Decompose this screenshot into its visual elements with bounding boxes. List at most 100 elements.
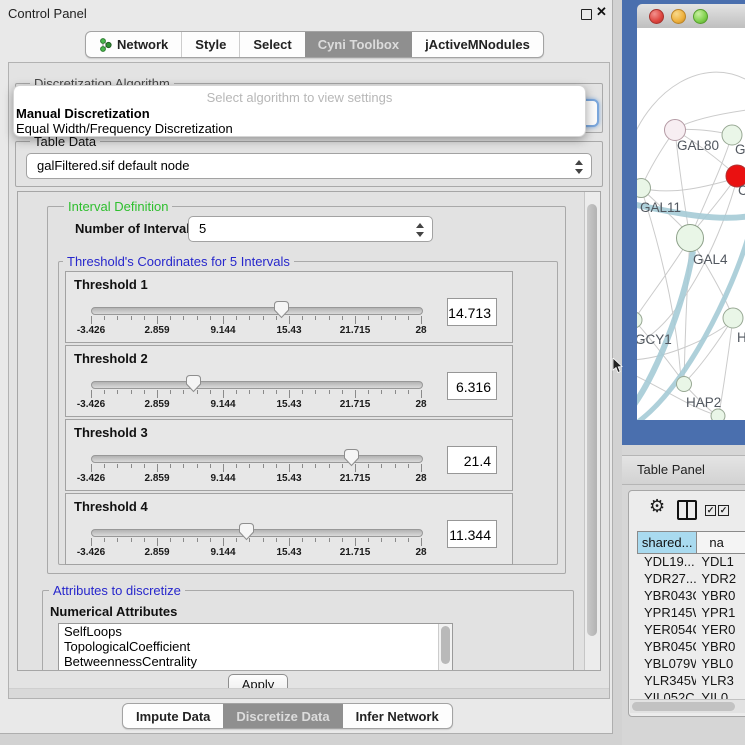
tab-discretize-data[interactable]: Discretize Data — [223, 704, 342, 728]
close-traffic-light-icon[interactable] — [649, 9, 664, 24]
tab-select[interactable]: Select — [239, 32, 304, 57]
control-panel-window: Control Panel ✕ Network Style Select Cyn… — [0, 0, 613, 734]
threshold-slider-track[interactable] — [91, 381, 423, 389]
attributes-group: Attributes to discretize Numerical Attri… — [42, 590, 574, 671]
tab-impute-data[interactable]: Impute Data — [123, 704, 223, 728]
network-graph: GAL80GACGAL11GAL4GCY1HHAP2 — [637, 28, 745, 420]
table-row[interactable]: YBL079WYBL0 — [637, 656, 745, 673]
table-row[interactable]: YER054CYER0 — [637, 622, 745, 639]
table-header-row: shared... na — [637, 531, 745, 554]
threshold-value-field[interactable]: 11.344 — [447, 520, 497, 548]
threshold-slider-thumb[interactable] — [238, 522, 255, 541]
option-manual-discretization[interactable]: Manual Discretization — [16, 106, 150, 121]
minimize-traffic-light-icon[interactable] — [671, 9, 686, 24]
threshold-value-field[interactable]: 14.713 — [447, 298, 497, 326]
float-window-icon[interactable] — [581, 9, 592, 20]
close-icon[interactable]: ✕ — [596, 4, 607, 20]
table-data-combobox[interactable]: galFiltered.sif default node — [26, 153, 592, 179]
algorithm-hint: Select algorithm to view settings — [14, 90, 585, 105]
node-label: GAL80 — [677, 138, 719, 153]
num-intervals-combobox[interactable]: 5 — [188, 216, 433, 242]
threshold-slider-thumb[interactable] — [185, 374, 202, 393]
zoom-traffic-light-icon[interactable] — [693, 9, 708, 24]
threshold-list: Threshold 1 -3.4262.8599.14415.4321.7152… — [65, 271, 513, 567]
network-node[interactable] — [711, 409, 725, 420]
threshold-row: Threshold 2 -3.4262.8599.14415.4321.7152… — [65, 345, 513, 417]
threshold-value-field[interactable]: 6.316 — [447, 372, 497, 400]
node-label: GCY1 — [637, 332, 672, 347]
threshold-slider-thumb[interactable] — [273, 300, 290, 319]
node-label: C — [738, 183, 745, 198]
threshold-row: Threshold 1 -3.4262.8599.14415.4321.7152… — [65, 271, 513, 343]
table-panel-window: ⚙ ✓ ✓ shared... na YDL19...YDL1YDR27...Y… — [628, 490, 745, 717]
threshold-coordinates-group: Threshold's Coordinates for 5 Intervals … — [58, 261, 558, 565]
cyni-toolbox-panel: Discretization Algorithm Select algorith… — [8, 62, 610, 699]
network-node[interactable] — [723, 308, 743, 328]
columns-icon[interactable] — [677, 500, 697, 520]
attributes-group-title: Attributes to discretize — [49, 583, 185, 598]
tab-network[interactable]: Network — [86, 32, 181, 57]
network-node[interactable] — [637, 312, 642, 328]
combo-stepper-icon — [415, 222, 424, 238]
slider-tick-labels: -3.4262.8599.14415.4321.71528 — [91, 325, 421, 337]
table-horizontal-scrollbar[interactable] — [630, 699, 745, 713]
gear-icon[interactable]: ⚙ — [649, 496, 665, 517]
threshold-slider-thumb[interactable] — [343, 448, 360, 467]
slider-ticks — [91, 464, 421, 473]
column-header-name[interactable]: na — [697, 531, 745, 554]
node-label: GA — [735, 142, 745, 157]
tab-style[interactable]: Style — [181, 32, 239, 57]
network-window-titlebar[interactable] — [637, 4, 745, 29]
table-data-groupbox: Table Data galFiltered.sif default node — [15, 141, 603, 187]
table-panel-region: Table Panel ⚙ ✓ ✓ shared... na YDL19...Y… — [622, 445, 745, 745]
table-row[interactable]: YDL19...YDL1 — [637, 554, 745, 571]
network-canvas[interactable]: GAL80GACGAL11GAL4GCY1HHAP2 — [637, 28, 745, 420]
network-icon — [99, 38, 112, 52]
window-title: Control Panel — [8, 6, 87, 21]
network-node[interactable] — [677, 225, 704, 252]
network-view-window: GAL80GACGAL11GAL4GCY1HHAP2 — [622, 0, 745, 445]
slider-tick-labels: -3.4262.8599.14415.4321.71528 — [91, 399, 421, 411]
tab-jactivemnodules[interactable]: jActiveMNodules — [412, 32, 543, 57]
threshold-slider-track[interactable] — [91, 455, 423, 463]
combo-stepper-icon — [574, 159, 583, 175]
table-rows: YDL19...YDL1YDR27...YDR2YBR043CYBR0YPR14… — [637, 554, 745, 707]
slider-ticks — [91, 538, 421, 547]
table-row[interactable]: YLR345WYLR3 — [637, 673, 745, 690]
table-row[interactable]: YBR043CYBR0 — [637, 588, 745, 605]
checkbox-icon[interactable]: ✓ — [705, 505, 716, 516]
numerical-attributes-label: Numerical Attributes — [50, 604, 177, 619]
num-intervals-label: Number of Intervals — [75, 221, 197, 236]
bottom-tabbar: Impute Data Discretize Data Infer Networ… — [122, 703, 453, 729]
attribute-list-item[interactable]: SelfLoops — [59, 624, 452, 639]
threshold-row: Threshold 3 -3.4262.8599.14415.4321.7152… — [65, 419, 513, 491]
column-header-shared[interactable]: shared... — [637, 531, 697, 554]
option-equal-width-frequency[interactable]: Equal Width/Frequency Discretization — [16, 121, 233, 136]
table-row[interactable]: YPR145WYPR1 — [637, 605, 745, 622]
node-label: H — [737, 330, 745, 345]
tab-cyni-toolbox[interactable]: Cyni Toolbox — [305, 32, 412, 57]
attribute-list-item[interactable]: BetweennessCentrality — [59, 654, 452, 669]
network-node[interactable] — [677, 377, 692, 392]
node-label: HAP2 — [686, 395, 721, 410]
attribute-list-item[interactable]: TopologicalCoefficient — [59, 639, 452, 654]
threshold-slider-track[interactable] — [91, 307, 423, 315]
table-row[interactable]: YDR27...YDR2 — [637, 571, 745, 588]
checkbox-icon[interactable]: ✓ — [718, 505, 729, 516]
table-row[interactable]: YBR045CYBR0 — [637, 639, 745, 656]
threshold-row: Threshold 4 -3.4262.8599.14415.4321.7152… — [65, 493, 513, 565]
node-label: GAL11 — [640, 200, 681, 215]
attributes-scrollbar[interactable] — [438, 624, 452, 671]
settings-vertical-scrollbar[interactable] — [584, 192, 600, 670]
tab-infer-network[interactable]: Infer Network — [343, 704, 452, 728]
slider-tick-labels: -3.4262.8599.14415.4321.71528 — [91, 473, 421, 485]
settings-scrollpane: Interval Definition Number of Intervals … — [17, 191, 601, 671]
threshold-value-field[interactable]: 21.4 — [447, 446, 497, 474]
mouse-cursor — [612, 358, 624, 374]
threshold-label: Threshold 2 — [74, 351, 148, 366]
threshold-slider-track[interactable] — [91, 529, 423, 537]
numerical-attributes-list[interactable]: SelfLoopsTopologicalCoefficientBetweenne… — [58, 623, 453, 671]
threshold-label: Threshold 4 — [74, 499, 148, 514]
panel-bottom-strip — [9, 688, 609, 698]
threshold-label: Threshold 1 — [74, 277, 148, 292]
